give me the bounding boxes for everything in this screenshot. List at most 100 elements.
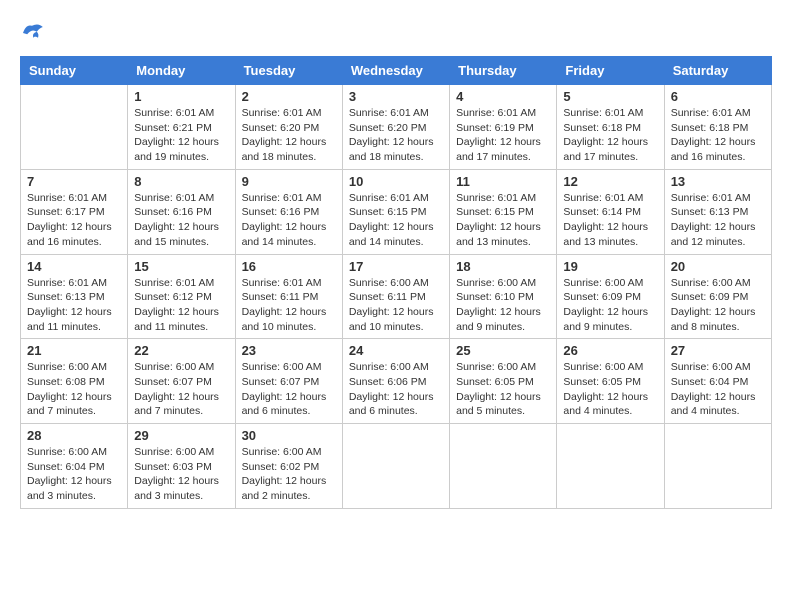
calendar-week-row: 1 Sunrise: 6:01 AM Sunset: 6:21 PM Daylig… [21, 85, 772, 170]
cell-info: Sunrise: 6:01 AM Sunset: 6:21 PM Dayligh… [134, 106, 228, 165]
calendar-cell: 21 Sunrise: 6:00 AM Sunset: 6:08 PM Dayli… [21, 339, 128, 424]
calendar-cell [664, 424, 771, 509]
column-header-friday: Friday [557, 57, 664, 85]
day-number: 18 [456, 259, 550, 274]
calendar-cell: 23 Sunrise: 6:00 AM Sunset: 6:07 PM Dayli… [235, 339, 342, 424]
calendar-cell: 27 Sunrise: 6:00 AM Sunset: 6:04 PM Dayli… [664, 339, 771, 424]
calendar-cell: 20 Sunrise: 6:00 AM Sunset: 6:09 PM Dayli… [664, 254, 771, 339]
day-number: 1 [134, 89, 228, 104]
cell-info: Sunrise: 6:00 AM Sunset: 6:10 PM Dayligh… [456, 276, 550, 335]
day-number: 20 [671, 259, 765, 274]
cell-info: Sunrise: 6:01 AM Sunset: 6:20 PM Dayligh… [242, 106, 336, 165]
calendar-cell: 18 Sunrise: 6:00 AM Sunset: 6:10 PM Dayli… [450, 254, 557, 339]
calendar-cell: 30Sunrise: 6:00 AM Sunset: 6:02 PM Dayli… [235, 424, 342, 509]
calendar-cell: 10 Sunrise: 6:01 AM Sunset: 6:15 PM Dayli… [342, 169, 449, 254]
cell-info: Sunrise: 6:00 AM Sunset: 6:03 PM Dayligh… [134, 445, 228, 504]
calendar-cell: 26Sunrise: 6:00 AM Sunset: 6:05 PM Dayli… [557, 339, 664, 424]
calendar-cell: 28Sunrise: 6:00 AM Sunset: 6:04 PM Dayli… [21, 424, 128, 509]
column-header-sunday: Sunday [21, 57, 128, 85]
calendar-cell: 7 Sunrise: 6:01 AM Sunset: 6:17 PM Daylig… [21, 169, 128, 254]
calendar-cell: 29 Sunrise: 6:00 AM Sunset: 6:03 PM Dayli… [128, 424, 235, 509]
cell-info: Sunrise: 6:01 AM Sunset: 6:20 PM Dayligh… [349, 106, 443, 165]
calendar-table: SundayMondayTuesdayWednesdayThursdayFrid… [20, 56, 772, 509]
day-number: 11 [456, 174, 550, 189]
calendar-cell [450, 424, 557, 509]
cell-info: Sunrise: 6:00 AM Sunset: 6:04 PM Dayligh… [671, 360, 765, 419]
cell-info: Sunrise: 6:01 AM Sunset: 6:13 PM Dayligh… [671, 191, 765, 250]
calendar-cell: 19 Sunrise: 6:00 AM Sunset: 6:09 PM Dayli… [557, 254, 664, 339]
cell-info: Sunrise: 6:00 AM Sunset: 6:09 PM Dayligh… [671, 276, 765, 335]
logo [20, 20, 48, 40]
cell-info: Sunrise: 6:00 AM Sunset: 6:09 PM Dayligh… [563, 276, 657, 335]
day-number: 21 [27, 343, 121, 358]
cell-info: Sunrise: 6:01 AM Sunset: 6:16 PM Dayligh… [242, 191, 336, 250]
day-number: 25 [456, 343, 550, 358]
cell-info: Sunrise: 6:00 AM Sunset: 6:07 PM Dayligh… [134, 360, 228, 419]
cell-info: Sunrise: 6:00 AM Sunset: 6:11 PM Dayligh… [349, 276, 443, 335]
cell-info: Sunrise: 6:00 AM Sunset: 6:05 PM Dayligh… [563, 360, 657, 419]
day-number: 5 [563, 89, 657, 104]
day-number: 3 [349, 89, 443, 104]
day-number: 23 [242, 343, 336, 358]
logo-bird-icon [20, 20, 44, 40]
cell-info: Sunrise: 6:01 AM Sunset: 6:18 PM Dayligh… [671, 106, 765, 165]
day-number: 8 [134, 174, 228, 189]
cell-info: Sunrise: 6:00 AM Sunset: 6:02 PM Dayligh… [242, 445, 336, 504]
calendar-cell: 2 Sunrise: 6:01 AM Sunset: 6:20 PM Daylig… [235, 85, 342, 170]
day-number: 7 [27, 174, 121, 189]
cell-info: Sunrise: 6:01 AM Sunset: 6:15 PM Dayligh… [456, 191, 550, 250]
calendar-week-row: 7 Sunrise: 6:01 AM Sunset: 6:17 PM Daylig… [21, 169, 772, 254]
column-header-monday: Monday [128, 57, 235, 85]
cell-info: Sunrise: 6:01 AM Sunset: 6:19 PM Dayligh… [456, 106, 550, 165]
cell-info: Sunrise: 6:01 AM Sunset: 6:18 PM Dayligh… [563, 106, 657, 165]
calendar-cell: 5 Sunrise: 6:01 AM Sunset: 6:18 PM Daylig… [557, 85, 664, 170]
cell-info: Sunrise: 6:01 AM Sunset: 6:15 PM Dayligh… [349, 191, 443, 250]
column-header-thursday: Thursday [450, 57, 557, 85]
day-number: 24 [349, 343, 443, 358]
day-number: 27 [671, 343, 765, 358]
day-number: 16 [242, 259, 336, 274]
calendar-week-row: 14Sunrise: 6:01 AM Sunset: 6:13 PM Dayli… [21, 254, 772, 339]
calendar-cell [342, 424, 449, 509]
calendar-cell: 1 Sunrise: 6:01 AM Sunset: 6:21 PM Daylig… [128, 85, 235, 170]
calendar-cell [557, 424, 664, 509]
day-number: 10 [349, 174, 443, 189]
day-number: 4 [456, 89, 550, 104]
calendar-cell: 4 Sunrise: 6:01 AM Sunset: 6:19 PM Daylig… [450, 85, 557, 170]
calendar-cell: 3 Sunrise: 6:01 AM Sunset: 6:20 PM Daylig… [342, 85, 449, 170]
day-number: 17 [349, 259, 443, 274]
calendar-cell: 6Sunrise: 6:01 AM Sunset: 6:18 PM Daylig… [664, 85, 771, 170]
calendar-cell: 22Sunrise: 6:00 AM Sunset: 6:07 PM Dayli… [128, 339, 235, 424]
day-number: 2 [242, 89, 336, 104]
calendar-cell: 24 Sunrise: 6:00 AM Sunset: 6:06 PM Dayli… [342, 339, 449, 424]
cell-info: Sunrise: 6:00 AM Sunset: 6:06 PM Dayligh… [349, 360, 443, 419]
column-header-wednesday: Wednesday [342, 57, 449, 85]
calendar-cell: 9Sunrise: 6:01 AM Sunset: 6:16 PM Daylig… [235, 169, 342, 254]
cell-info: Sunrise: 6:00 AM Sunset: 6:08 PM Dayligh… [27, 360, 121, 419]
calendar-week-row: 21 Sunrise: 6:00 AM Sunset: 6:08 PM Dayli… [21, 339, 772, 424]
calendar-cell: 8 Sunrise: 6:01 AM Sunset: 6:16 PM Daylig… [128, 169, 235, 254]
day-number: 12 [563, 174, 657, 189]
calendar-cell: 16 Sunrise: 6:01 AM Sunset: 6:11 PM Dayli… [235, 254, 342, 339]
cell-info: Sunrise: 6:01 AM Sunset: 6:11 PM Dayligh… [242, 276, 336, 335]
cell-info: Sunrise: 6:01 AM Sunset: 6:17 PM Dayligh… [27, 191, 121, 250]
calendar-cell: 14Sunrise: 6:01 AM Sunset: 6:13 PM Dayli… [21, 254, 128, 339]
day-number: 29 [134, 428, 228, 443]
day-number: 13 [671, 174, 765, 189]
cell-info: Sunrise: 6:00 AM Sunset: 6:07 PM Dayligh… [242, 360, 336, 419]
cell-info: Sunrise: 6:01 AM Sunset: 6:14 PM Dayligh… [563, 191, 657, 250]
calendar-cell: 12 Sunrise: 6:01 AM Sunset: 6:14 PM Dayli… [557, 169, 664, 254]
calendar-cell [21, 85, 128, 170]
page-header [20, 20, 772, 40]
cell-info: Sunrise: 6:00 AM Sunset: 6:04 PM Dayligh… [27, 445, 121, 504]
calendar-cell: 17 Sunrise: 6:00 AM Sunset: 6:11 PM Dayli… [342, 254, 449, 339]
calendar-cell: 15Sunrise: 6:01 AM Sunset: 6:12 PM Dayli… [128, 254, 235, 339]
cell-info: Sunrise: 6:00 AM Sunset: 6:05 PM Dayligh… [456, 360, 550, 419]
column-header-tuesday: Tuesday [235, 57, 342, 85]
calendar-cell: 25 Sunrise: 6:00 AM Sunset: 6:05 PM Dayli… [450, 339, 557, 424]
calendar-header-row: SundayMondayTuesdayWednesdayThursdayFrid… [21, 57, 772, 85]
day-number: 19 [563, 259, 657, 274]
day-number: 14 [27, 259, 121, 274]
cell-info: Sunrise: 6:01 AM Sunset: 6:16 PM Dayligh… [134, 191, 228, 250]
calendar-week-row: 28Sunrise: 6:00 AM Sunset: 6:04 PM Dayli… [21, 424, 772, 509]
